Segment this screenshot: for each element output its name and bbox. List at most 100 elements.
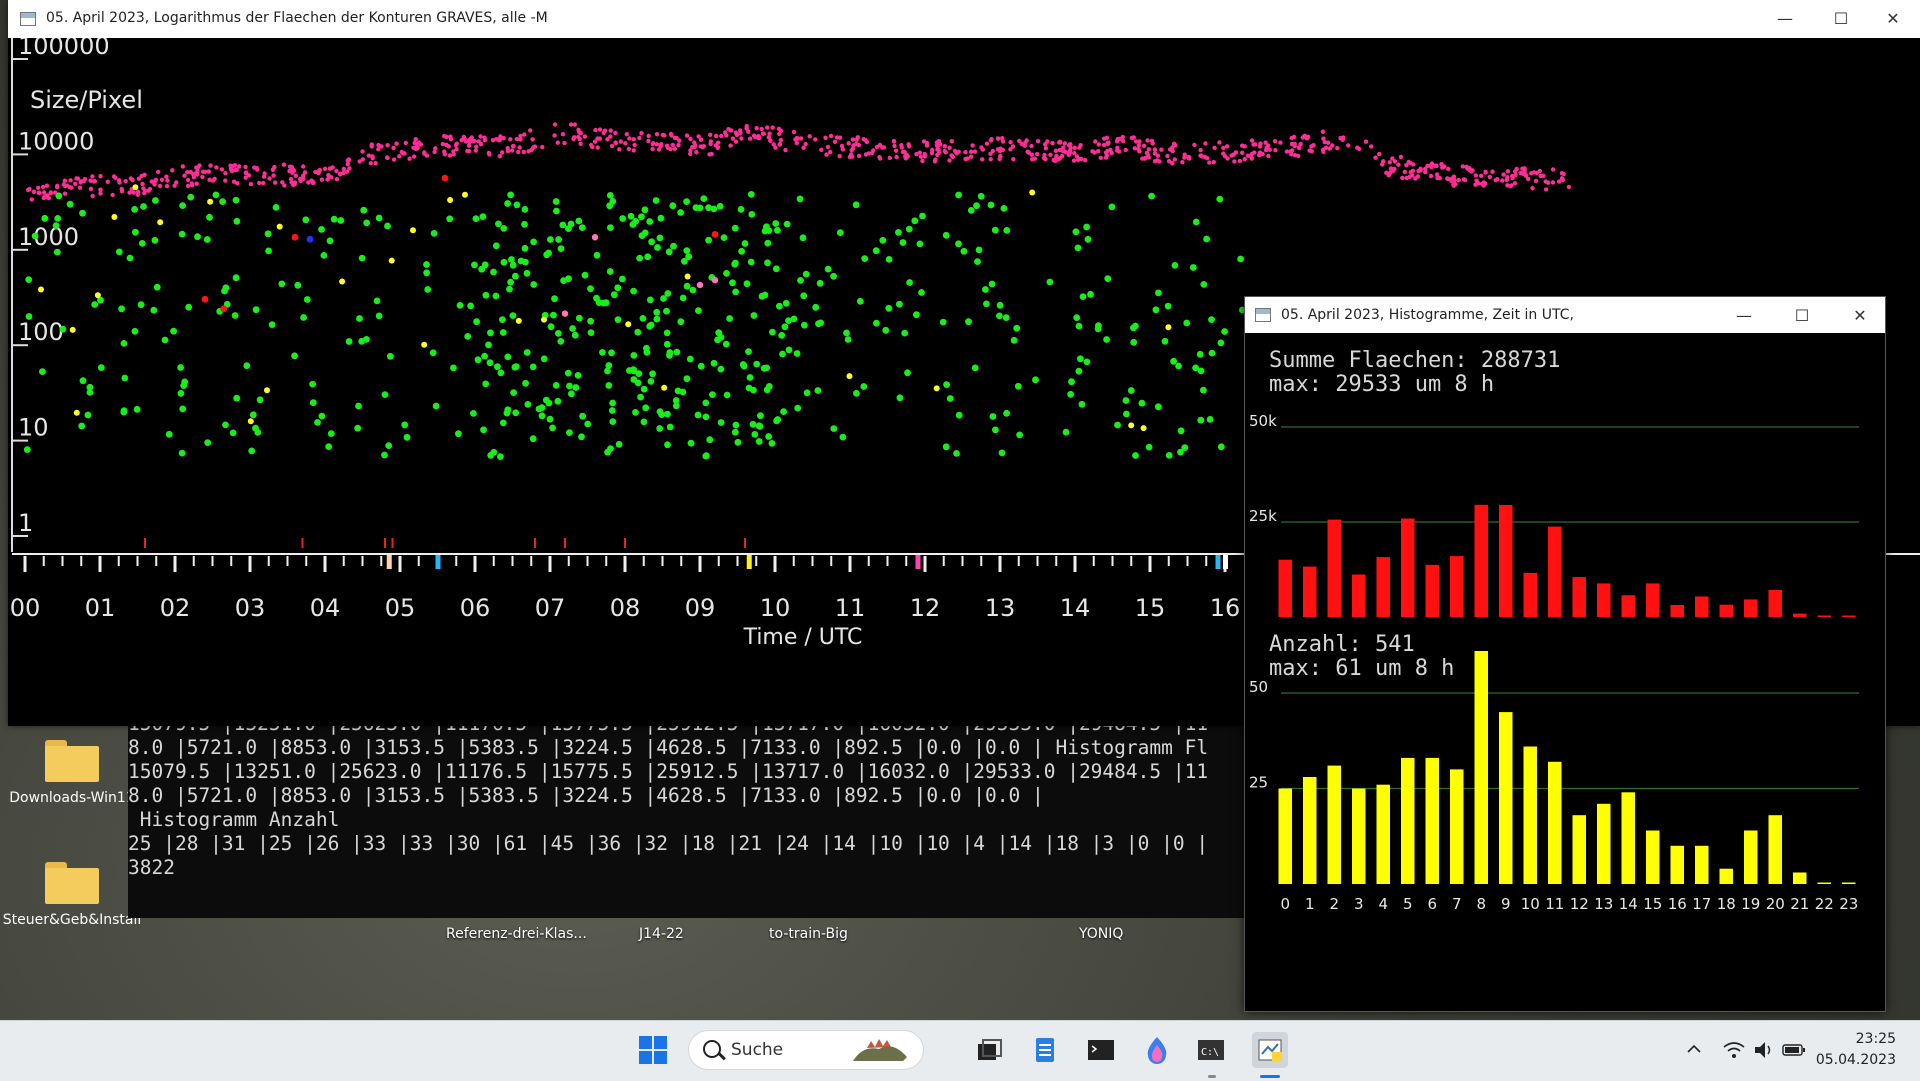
band-point (1115, 148, 1120, 153)
minimize-button[interactable]: — (1721, 301, 1767, 331)
plot-window-titlebar[interactable]: 05. April 2023, Logarithmus der Flaechen… (8, 0, 1920, 38)
data-point (953, 450, 960, 457)
desktop-icon-downloads[interactable]: Downloads-Win11 (2, 740, 142, 806)
maximize-button[interactable]: ☐ (1818, 4, 1864, 34)
x-tick-label: 17 (1692, 895, 1711, 913)
data-point (782, 299, 790, 307)
search-input[interactable]: Suche (688, 1030, 924, 1070)
band-point (41, 195, 46, 201)
volume-icon[interactable] (1752, 1039, 1776, 1061)
band-point (751, 133, 757, 138)
data-point (355, 402, 362, 410)
data-point (587, 285, 594, 293)
data-point (776, 302, 783, 310)
data-point (965, 318, 972, 326)
data-point (686, 355, 694, 363)
data-point (918, 289, 925, 296)
band-point (632, 142, 637, 148)
data-point (497, 369, 505, 377)
cmd-icon[interactable]: C:\ (1196, 1035, 1226, 1065)
python-app-icon[interactable] (1252, 1032, 1288, 1068)
band-point (627, 136, 632, 141)
data-point (666, 423, 674, 431)
data-point (252, 424, 259, 432)
task-view-icon[interactable] (974, 1035, 1004, 1065)
notepad-icon[interactable] (1030, 1035, 1060, 1065)
band-point (453, 142, 459, 148)
data-point (177, 364, 185, 371)
chevron-up-icon[interactable] (1686, 1041, 1702, 1057)
data-point (120, 340, 128, 347)
data-point (52, 222, 60, 230)
x-tick-label: 10 (1521, 895, 1540, 913)
data-point (615, 440, 623, 448)
band-point (1566, 184, 1572, 190)
data-point (1010, 336, 1018, 344)
terminal-window[interactable]: 15079.5 |13251.0 |25623.0 |11176.5 |1577… (128, 718, 1248, 918)
anaconda-icon[interactable] (1142, 1035, 1172, 1065)
desktop-icon-steuer[interactable]: Steuer&Geb&Install (2, 862, 142, 928)
band-point (1109, 150, 1114, 156)
data-point (482, 380, 490, 388)
band-point (1423, 169, 1428, 175)
desktop-label-referenz[interactable]: Referenz-drei-Klas... (446, 926, 587, 942)
band-point (231, 179, 237, 184)
search-placeholder: Suche (731, 1040, 784, 1060)
data-point (1164, 302, 1172, 310)
band-point (1096, 142, 1102, 147)
terminal-app-icon[interactable] (1086, 1035, 1116, 1065)
data-point (632, 218, 639, 225)
x-tick-label: 13 (985, 594, 1016, 622)
hist-bar (1523, 746, 1537, 884)
hist-bar (1303, 566, 1317, 617)
data-point (480, 426, 487, 434)
desktop-label-yoniq[interactable]: YONIQ (1079, 926, 1123, 942)
data-point (700, 195, 708, 203)
data-point (564, 369, 572, 377)
hist-window-titlebar[interactable]: 05. April 2023, Histogramme, Zeit in UTC… (1245, 297, 1885, 333)
hist-subtitle: max: 61 um 8 h (1269, 656, 1454, 681)
band-point (185, 183, 191, 189)
folder-icon (45, 740, 99, 782)
data-point (1067, 390, 1074, 398)
band-point (197, 163, 202, 168)
desktop-label-j14[interactable]: J14-22 (639, 926, 684, 942)
band-point (929, 150, 935, 156)
x-tick-label: 20 (1766, 895, 1785, 913)
close-button[interactable]: ✕ (1837, 301, 1883, 331)
data-point (1196, 350, 1204, 358)
band-point (576, 127, 581, 132)
band-point (597, 136, 602, 141)
band-point (1171, 141, 1177, 146)
x-tick-label: 06 (460, 594, 491, 622)
band-point (271, 173, 276, 178)
data-point (647, 378, 655, 385)
band-point (942, 148, 947, 154)
band-point (1534, 170, 1540, 176)
band-point (147, 186, 153, 192)
data-point (1083, 223, 1090, 231)
band-point (1490, 169, 1495, 174)
desktop-label-to-train[interactable]: to-train-Big (769, 926, 848, 942)
data-point (646, 322, 654, 330)
clock-date[interactable]: 05.04.2023 (1800, 1052, 1896, 1068)
data-point (552, 198, 560, 205)
band-point (1518, 170, 1523, 176)
minimize-button[interactable]: — (1762, 4, 1808, 34)
wifi-icon[interactable] (1722, 1039, 1746, 1061)
clock-time[interactable]: 23:25 (1820, 1031, 1896, 1047)
windows-start-icon[interactable] (638, 1035, 668, 1065)
data-point (206, 213, 213, 221)
data-point (1079, 293, 1087, 300)
y-tick-label: 100000 (18, 38, 110, 60)
data-point (566, 382, 573, 390)
band-point (164, 174, 169, 179)
data-point-yellow (73, 409, 80, 416)
data-point-yellow (625, 321, 632, 328)
maximize-button[interactable]: ☐ (1779, 301, 1825, 331)
band-point (1140, 156, 1145, 161)
close-button[interactable]: ✕ (1870, 4, 1916, 34)
data-point (375, 214, 383, 222)
histogram-window[interactable]: 05. April 2023, Histogramme, Zeit in UTC… (1244, 296, 1886, 1012)
data-point (677, 209, 684, 216)
